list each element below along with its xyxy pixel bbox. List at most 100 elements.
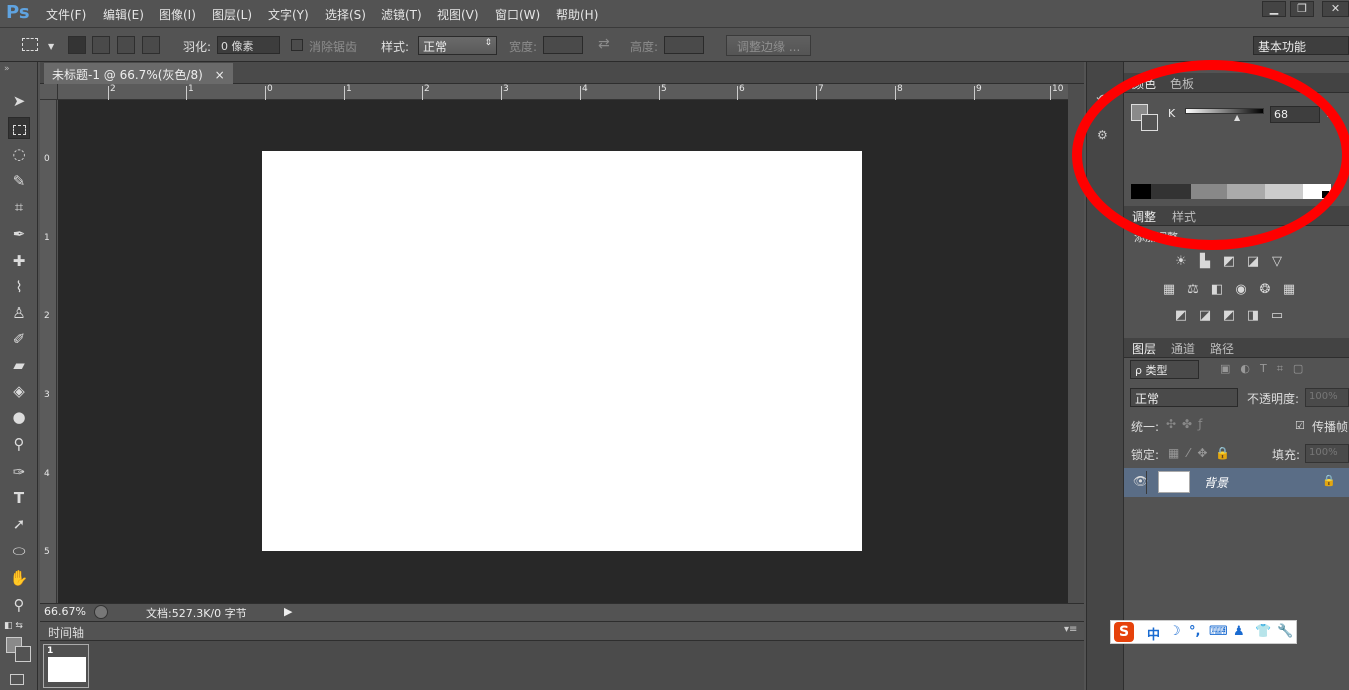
- path-select-tool-icon[interactable]: ➚: [8, 513, 30, 535]
- height-input[interactable]: [664, 36, 704, 54]
- opacity-input[interactable]: 100%: [1305, 388, 1349, 407]
- blend-mode-select[interactable]: 正常: [1130, 388, 1238, 407]
- tab-color[interactable]: 颜色: [1132, 75, 1156, 92]
- ellipse-tool-icon[interactable]: ⬭: [8, 540, 30, 562]
- posterize-icon[interactable]: ◪: [1197, 309, 1213, 323]
- color-background-swatch[interactable]: [1141, 114, 1158, 131]
- default-colors-icon[interactable]: ◧ ⇆: [4, 621, 23, 631]
- vertical-scrollbar[interactable]: [1068, 84, 1084, 603]
- photo-filter-icon[interactable]: ◉: [1233, 283, 1249, 297]
- menu-help[interactable]: 帮助(H): [556, 6, 598, 23]
- unify-icons[interactable]: ✣✤ƒ: [1166, 417, 1208, 431]
- move-tool-icon[interactable]: ➤: [8, 90, 30, 112]
- refine-edge-button[interactable]: 调整边缘 ...: [726, 35, 812, 56]
- workspace-select[interactable]: 基本功能: [1253, 36, 1349, 55]
- intersect-selection-icon[interactable]: [142, 36, 160, 54]
- user-icon[interactable]: ♟: [1233, 624, 1245, 639]
- history-brush-tool-icon[interactable]: ✐: [8, 328, 30, 350]
- menu-select[interactable]: 选择(S): [325, 6, 366, 23]
- quick-select-tool-icon[interactable]: ✎: [8, 170, 30, 192]
- half-width-icon[interactable]: ☽: [1169, 624, 1181, 639]
- dodge-tool-icon[interactable]: ⚲: [8, 433, 30, 455]
- status-info-icon[interactable]: [94, 605, 108, 619]
- k-slider[interactable]: [1185, 108, 1264, 114]
- color-lookup-icon[interactable]: ▦: [1281, 283, 1297, 297]
- add-selection-icon[interactable]: [92, 36, 110, 54]
- black-white-icon[interactable]: ◧: [1209, 283, 1225, 297]
- zoom-tool-icon[interactable]: ⚲: [8, 594, 30, 616]
- blur-tool-icon[interactable]: ●: [8, 406, 30, 428]
- tab-paths[interactable]: 路径: [1210, 340, 1234, 357]
- marquee-preset-icon[interactable]: [22, 38, 38, 51]
- threshold-icon[interactable]: ◩: [1221, 309, 1237, 323]
- menu-view[interactable]: 视图(V): [437, 6, 479, 23]
- lock-icons[interactable]: ▦⁄✥🔒: [1168, 446, 1238, 460]
- punctuation-icon[interactable]: °,: [1189, 624, 1200, 639]
- menu-type[interactable]: 文字(Y): [268, 6, 309, 23]
- timeline-frame[interactable]: 1: [43, 644, 89, 688]
- propagate-checkbox[interactable]: ☑: [1295, 419, 1305, 432]
- tab-adjustments[interactable]: 调整: [1132, 208, 1156, 225]
- tab-channels[interactable]: 通道: [1171, 340, 1195, 357]
- color-balance-icon[interactable]: ⚖: [1185, 283, 1201, 297]
- keyboard-icon[interactable]: ⌨: [1209, 624, 1228, 639]
- clone-stamp-tool-icon[interactable]: ♙: [8, 302, 30, 324]
- timeline-title[interactable]: 时间轴: [48, 624, 84, 641]
- vibrance-icon[interactable]: ▽: [1269, 255, 1285, 269]
- ramp-black-chip[interactable]: [1322, 191, 1329, 198]
- brush-tool-icon[interactable]: ⌇: [8, 276, 30, 298]
- status-menu-arrow-icon[interactable]: ▶: [284, 605, 292, 618]
- width-input[interactable]: [543, 36, 583, 54]
- properties-panel-icon[interactable]: ⚙: [1097, 128, 1108, 142]
- pen-tool-icon[interactable]: ✑: [8, 461, 30, 483]
- paint-bucket-tool-icon[interactable]: ◈: [8, 380, 30, 402]
- feather-input[interactable]: 0 像素: [217, 36, 280, 54]
- crop-tool-icon[interactable]: ⌗: [8, 196, 30, 218]
- layer-name[interactable]: 背景: [1204, 474, 1228, 491]
- minimize-button[interactable]: ▁: [1262, 1, 1286, 17]
- history-panel-icon[interactable]: ⟲: [1096, 92, 1108, 108]
- document-tab[interactable]: 未标题-1 @ 66.7%(灰色/8) ×: [44, 63, 233, 84]
- ruler-vertical[interactable]: 0 1 2 3 4 5: [40, 100, 57, 603]
- close-button[interactable]: ✕: [1322, 1, 1349, 17]
- menu-layer[interactable]: 图层(L): [212, 6, 252, 23]
- document-canvas[interactable]: [262, 151, 862, 551]
- ime-mode[interactable]: 中: [1147, 624, 1160, 643]
- levels-icon[interactable]: ▙: [1197, 255, 1213, 269]
- menu-window[interactable]: 窗口(W): [495, 6, 540, 23]
- slider-handle-icon[interactable]: ▲: [1234, 113, 1240, 122]
- preset-dropdown-icon[interactable]: ▼: [48, 42, 54, 51]
- invert-icon[interactable]: ◩: [1173, 309, 1189, 323]
- gradient-map-icon[interactable]: ▭: [1269, 309, 1285, 323]
- hue-saturation-icon[interactable]: ▦: [1161, 283, 1177, 297]
- new-selection-icon[interactable]: [68, 36, 86, 54]
- lasso-tool-icon[interactable]: ◌: [8, 143, 30, 165]
- style-select[interactable]: 正常 ⇕: [418, 36, 497, 55]
- type-tool-icon[interactable]: T: [8, 487, 30, 509]
- ruler-origin[interactable]: [40, 84, 58, 100]
- exposure-icon[interactable]: ◪: [1245, 255, 1261, 269]
- rect-marquee-tool-icon[interactable]: [8, 117, 30, 139]
- curves-icon[interactable]: ◩: [1221, 255, 1237, 269]
- tab-styles[interactable]: 样式: [1172, 208, 1196, 225]
- menu-file[interactable]: 文件(F): [46, 6, 86, 23]
- tab-layers[interactable]: 图层: [1132, 340, 1156, 357]
- layer-filter-icons[interactable]: ▣◐T⌗▢: [1220, 362, 1313, 376]
- tools-icon[interactable]: 🔧: [1277, 624, 1293, 639]
- eyedropper-tool-icon[interactable]: ✒: [8, 223, 30, 245]
- quick-mask-icon[interactable]: [10, 674, 24, 685]
- eraser-tool-icon[interactable]: ▰: [8, 354, 30, 376]
- channel-mixer-icon[interactable]: ❂: [1257, 283, 1273, 297]
- swap-icon[interactable]: ⇄: [598, 36, 610, 52]
- color-ramp[interactable]: [1131, 184, 1331, 199]
- fill-input[interactable]: 100%: [1305, 444, 1349, 463]
- menu-image[interactable]: 图像(I): [159, 6, 196, 23]
- skin-icon[interactable]: 👕: [1255, 624, 1271, 639]
- zoom-level[interactable]: 66.67%: [44, 605, 86, 618]
- antialias-checkbox[interactable]: [291, 39, 303, 51]
- sogou-logo[interactable]: S: [1114, 622, 1134, 642]
- k-value-input[interactable]: 68: [1270, 106, 1320, 123]
- brightness-icon[interactable]: ☀: [1173, 255, 1189, 269]
- collapse-icon[interactable]: »: [4, 64, 10, 74]
- background-color-swatch[interactable]: [15, 646, 31, 662]
